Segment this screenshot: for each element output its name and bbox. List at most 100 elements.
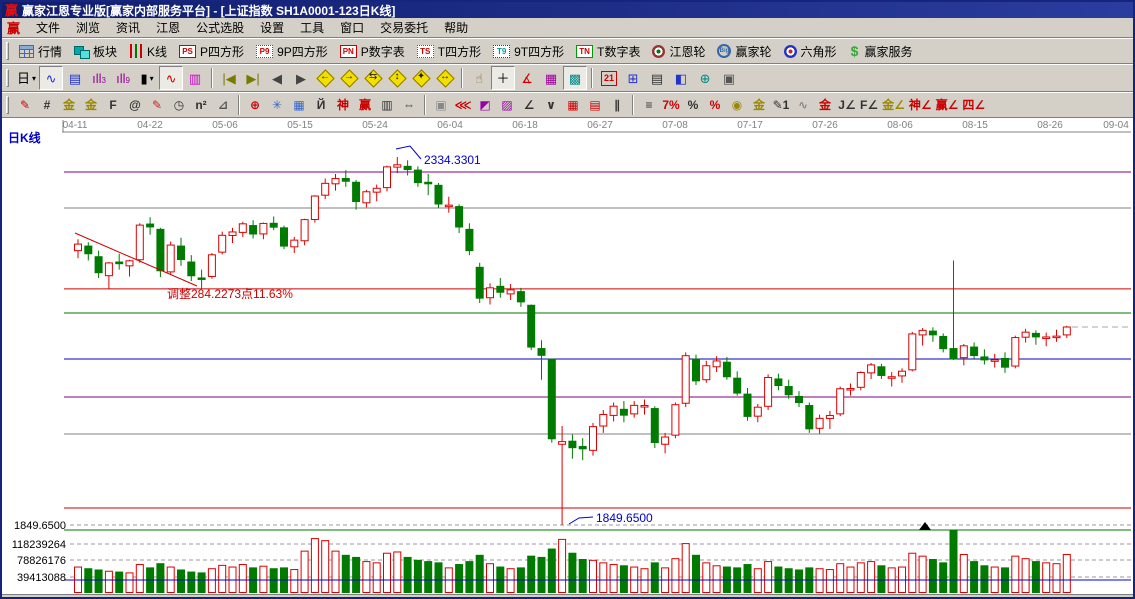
toolbar-draw-check-lines[interactable]: ∨ xyxy=(540,94,562,116)
toolbar-draw-gold-angle[interactable]: 金∠ xyxy=(880,94,907,116)
toolbar-nav-period-select[interactable]: 日 ▾ xyxy=(14,66,39,90)
menu-logo-icon[interactable]: 赢 xyxy=(7,18,20,37)
toolbar-main-hexagon[interactable]: 六角形 xyxy=(779,39,844,63)
toolbar-draw-shen-angle[interactable]: 神∠ xyxy=(907,94,934,116)
toolbar-draw-fan-red[interactable]: ⋘ xyxy=(452,94,474,116)
toolbar-draw-win-angle[interactable]: 赢∠ xyxy=(934,94,961,116)
toolbar-nav-swap-lr[interactable]: ⇆ xyxy=(361,66,385,90)
toolbar-main-p-square[interactable]: PS P四方形 xyxy=(174,39,251,63)
toolbar-draw-angle-ruler[interactable]: ⊿ xyxy=(212,94,234,116)
menu-item-help[interactable]: 帮助 xyxy=(436,17,476,38)
toolbar-draw-target-red[interactable]: ⊕ xyxy=(244,94,266,116)
toolbar-nav-pan-right[interactable]: → xyxy=(337,66,361,90)
toolbar-nav-calendar[interactable]: 21 xyxy=(597,66,621,90)
toolbar-draw-grid-box[interactable]: ▤ xyxy=(584,94,606,116)
menu-item-tools[interactable]: 工具 xyxy=(292,17,332,38)
toolbar-nav-expand-lr[interactable]: ↔ xyxy=(433,66,457,90)
toolbar-draw-pct[interactable]: % xyxy=(682,94,704,116)
toolbar-nav-hist-3[interactable]: ıll 3 xyxy=(87,66,111,90)
toolbar-nav-hist-9[interactable]: ıll 9 xyxy=(111,66,135,90)
toolbar-nav-pattern-teal[interactable]: ▩ xyxy=(563,66,588,90)
toolbar-nav-candle-select[interactable]: ▮ ▾ xyxy=(135,66,159,90)
menu-item-gann[interactable]: 江恩 xyxy=(148,17,188,38)
toolbar-draw-wave-gray[interactable]: ∿ xyxy=(792,94,814,116)
toolbar-main-winner-service[interactable]: $ 赢家服务 xyxy=(844,39,920,63)
menu-item-formula-stock-pick[interactable]: 公式选股 xyxy=(188,17,252,38)
toolbar-draw-pct-line[interactable]: % xyxy=(704,94,726,116)
toolbar-draw-angle-lines[interactable]: ∠ xyxy=(518,94,540,116)
toolbar-draw-gann-box[interactable]: ▣ xyxy=(430,94,452,116)
toolbar-main-p-number-table[interactable]: PN P数字表 xyxy=(335,39,412,63)
toolbar-nav-pan-updown[interactable]: ↕ xyxy=(385,66,409,90)
toolbar-nav-network[interactable]: ⊕ xyxy=(693,66,717,90)
toolbar-main-gann-wheel[interactable]: 江恩轮 xyxy=(647,39,712,63)
toolbar-main-9t-square[interactable]: T9 9T四方形 xyxy=(488,39,571,63)
toolbar-draw-star-blue[interactable]: ✳ xyxy=(266,94,288,116)
toolbar-draw-f-grid[interactable]: F xyxy=(102,94,124,116)
toolbar-nav-crosshair-tool[interactable]: ＋ xyxy=(491,66,516,90)
toolbar-draw-f-angle[interactable]: F∠ xyxy=(858,94,880,116)
volume-bar xyxy=(825,569,834,594)
toolbar-nav-hist-colored[interactable]: ▥ xyxy=(183,66,207,90)
menu-item-file[interactable]: 文件 xyxy=(28,17,68,38)
toolbar-draw-gold-grid-2[interactable]: 金 xyxy=(80,94,102,116)
toolbar-nav-angle-measure[interactable]: ∡ xyxy=(515,66,539,90)
toolbar-draw-spiral[interactable]: @ xyxy=(124,94,146,116)
toolbar-main-t-square[interactable]: TS T四方形 xyxy=(412,39,488,63)
toolbar-nav-info-note[interactable]: ▤ xyxy=(63,66,87,90)
toolbar-draw-fan-box[interactable]: ▨ xyxy=(496,94,518,116)
toolbar-main-winner-wheel[interactable]: Big 赢家轮 xyxy=(712,39,778,63)
toolbar-draw-gold-grid-1[interactable]: 金 xyxy=(58,94,80,116)
toolbar-main-t-number-table[interactable]: TN T数字表 xyxy=(571,39,647,63)
toolbar-draw-width-arrows[interactable]: ⇔ xyxy=(398,94,420,116)
menu-item-settings[interactable]: 设置 xyxy=(252,17,292,38)
volume-bar xyxy=(558,538,567,594)
toolbar-draw-pen-ticks[interactable]: ✎ xyxy=(146,94,168,116)
toolbar-draw-clock-grid[interactable]: ◷ xyxy=(168,94,190,116)
toolbar-draw-j-angle[interactable]: J∠ xyxy=(836,94,858,116)
menu-item-news[interactable]: 资讯 xyxy=(108,17,148,38)
candle-body xyxy=(671,404,680,436)
toolbar-nav-gann-grid-purple[interactable]: ▦ xyxy=(539,66,563,90)
toolbar-draw-fan-purple[interactable]: ◩ xyxy=(474,94,496,116)
toolbar-nav-notepad[interactable]: ▤ xyxy=(645,66,669,90)
toolbar-draw-wave-seg[interactable]: Й xyxy=(310,94,332,116)
menu-item-window[interactable]: 窗口 xyxy=(332,17,372,38)
toolbar-nav-go-last[interactable]: ▶| xyxy=(241,66,265,90)
toolbar-nav-go-prev[interactable]: ◀ xyxy=(265,66,289,90)
toolbar-draw-tick-grid[interactable]: # xyxy=(36,94,58,116)
toolbar-nav-save[interactable]: ◧ xyxy=(669,66,693,90)
toolbar-nav-go-next[interactable]: ▶ xyxy=(289,66,313,90)
toolbar-main-sector[interactable]: 板块 xyxy=(69,39,124,63)
toolbar-nav-hand-tool[interactable]: ☝ xyxy=(467,66,491,90)
toolbar-draw-pen-one[interactable]: ✎1 xyxy=(770,94,792,116)
toolbar-nav-pan-left[interactable]: ← xyxy=(313,66,337,90)
toolbar-draw-pen-red[interactable]: ✎ xyxy=(14,94,36,116)
toolbar-nav-zigzag-red[interactable]: ∿ xyxy=(159,66,184,90)
toolbar-draw-shen-grid[interactable]: 神 xyxy=(332,94,354,116)
toolbar-main-kline[interactable]: K线 xyxy=(124,39,174,63)
toolbar-nav-computer[interactable]: ▣ xyxy=(717,66,741,90)
toolbar-draw-pct-7[interactable]: 7% xyxy=(660,94,682,116)
menu-item-trade-entrust[interactable]: 交易委托 xyxy=(372,17,436,38)
toolbar-draw-four-angle[interactable]: 四∠ xyxy=(960,94,987,116)
toolbar-main-market-quote[interactable]: 行情 xyxy=(14,39,69,63)
toolbar-draw-win-grid[interactable]: 赢 xyxy=(354,94,376,116)
toolbar-draw-gold-circle[interactable]: ◉ xyxy=(726,94,748,116)
toolbar-nav-zigzag-blue[interactable]: ∿ xyxy=(39,66,64,90)
toolbar-nav-calculator[interactable]: ⊞ xyxy=(621,66,645,90)
toolbar-nav-go-first[interactable]: |◀ xyxy=(217,66,241,90)
toolbar-draw-grid-blue[interactable]: ▦ xyxy=(288,94,310,116)
menu-item-browse[interactable]: 浏览 xyxy=(68,17,108,38)
toolbar-main-9p-square[interactable]: P9 9P四方形 xyxy=(251,39,335,63)
toolbar-draw-gold-box[interactable]: 金 xyxy=(814,94,836,116)
kline-chart[interactable]: 调整284.2273点11.63% 2334.3301 1849.6500 04-11… xyxy=(2,118,1133,594)
toolbar-draw-levels[interactable]: ≡ xyxy=(638,94,660,116)
toolbar-draw-parallel-lines[interactable]: ∥ xyxy=(606,94,628,116)
toolbar-draw-bars-grid[interactable]: ▥ xyxy=(376,94,398,116)
toolbar-draw-n2-grid[interactable]: n² xyxy=(190,94,212,116)
toolbar-nav-expand-all[interactable]: ✦ xyxy=(409,66,433,90)
toolbar-draw-gold-lines[interactable]: 金 xyxy=(748,94,770,116)
title-bar[interactable]: 赢 赢家江恩专业版[赢家内部服务平台] - [上证指数 SH1A0001-123… xyxy=(2,2,1133,18)
toolbar-draw-grid-dots[interactable]: ▦ xyxy=(562,94,584,116)
